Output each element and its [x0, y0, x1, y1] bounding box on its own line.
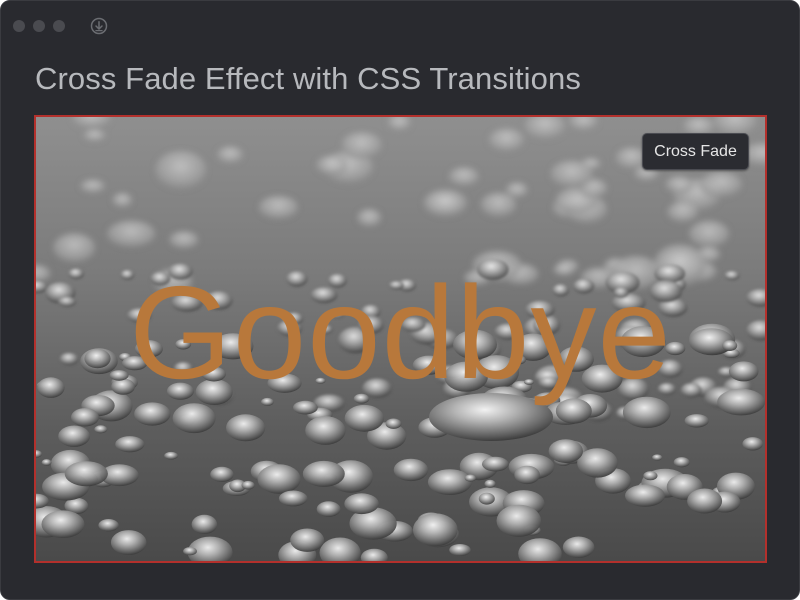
water-droplet	[464, 474, 477, 482]
water-droplet	[449, 544, 471, 556]
water-droplet	[514, 465, 540, 485]
water-droplet	[315, 155, 348, 176]
water-droplet	[58, 425, 90, 447]
title-bar	[1, 1, 799, 49]
water-droplet	[112, 192, 133, 208]
water-droplet	[115, 436, 145, 453]
water-droplet	[667, 201, 699, 223]
water-droplet	[316, 501, 341, 517]
water-droplet	[357, 208, 382, 227]
water-droplet	[71, 408, 99, 427]
water-droplet	[562, 536, 595, 558]
goodbye-text: Goodbye	[129, 259, 672, 406]
water-droplet	[258, 195, 299, 220]
water-droplet	[169, 231, 199, 249]
water-droplet	[577, 448, 618, 478]
water-droplet	[210, 466, 234, 482]
water-droplet	[427, 469, 472, 495]
water-droplet	[687, 488, 723, 514]
browser-window: Cross Fade Effect with CSS Transitions G…	[0, 0, 800, 600]
water-droplet	[302, 460, 345, 487]
water-droplet	[183, 547, 197, 556]
water-droplet	[652, 454, 663, 461]
water-droplet	[344, 404, 384, 432]
water-droplet	[53, 233, 96, 263]
cross-fade-stage: Goodbye Cross Fade	[34, 115, 767, 563]
water-droplet	[226, 414, 266, 442]
water-droplet	[155, 150, 207, 190]
water-droplet	[83, 129, 106, 142]
water-droplet	[484, 479, 496, 488]
water-droplet	[191, 514, 218, 534]
water-droplet	[643, 471, 658, 481]
water-droplet	[550, 160, 594, 188]
zoom-window-button[interactable]	[53, 20, 65, 32]
water-droplet	[673, 457, 690, 468]
water-droplet	[385, 418, 402, 429]
water-droplet	[625, 484, 665, 507]
water-droplet	[412, 513, 458, 547]
water-droplet	[305, 416, 346, 445]
water-droplet	[488, 128, 525, 152]
water-droplet	[699, 171, 743, 198]
water-droplet	[216, 146, 244, 164]
water-droplet	[742, 437, 763, 451]
water-droplet	[496, 504, 542, 537]
water-droplet	[64, 461, 108, 487]
water-droplet	[41, 510, 85, 538]
cross-fade-button[interactable]: Cross Fade	[642, 133, 749, 170]
water-droplet	[257, 464, 301, 494]
minimize-window-button[interactable]	[33, 20, 45, 32]
water-droplet	[478, 492, 495, 505]
water-droplet	[688, 220, 730, 248]
water-droplet	[94, 425, 108, 434]
water-droplet	[423, 189, 468, 217]
water-droplet	[110, 530, 147, 555]
water-droplet	[341, 131, 383, 159]
water-droplet	[278, 490, 308, 507]
water-droplet	[665, 176, 693, 194]
water-droplet	[505, 182, 528, 198]
water-droplet	[482, 456, 509, 472]
water-droplet	[290, 528, 325, 552]
download-circle-icon[interactable]	[90, 17, 108, 35]
water-droplet	[684, 414, 709, 428]
water-droplet	[448, 167, 480, 187]
water-droplet	[41, 459, 52, 466]
water-droplet	[172, 403, 216, 434]
water-droplet	[393, 458, 429, 482]
water-droplet	[164, 451, 179, 460]
water-droplet	[107, 220, 156, 248]
water-droplet	[344, 493, 379, 515]
close-window-button[interactable]	[13, 20, 25, 32]
water-droplet	[98, 519, 119, 532]
page-title: Cross Fade Effect with CSS Transitions	[35, 61, 581, 96]
water-droplet	[548, 439, 583, 463]
water-droplet	[241, 480, 255, 490]
water-droplet	[80, 179, 106, 194]
